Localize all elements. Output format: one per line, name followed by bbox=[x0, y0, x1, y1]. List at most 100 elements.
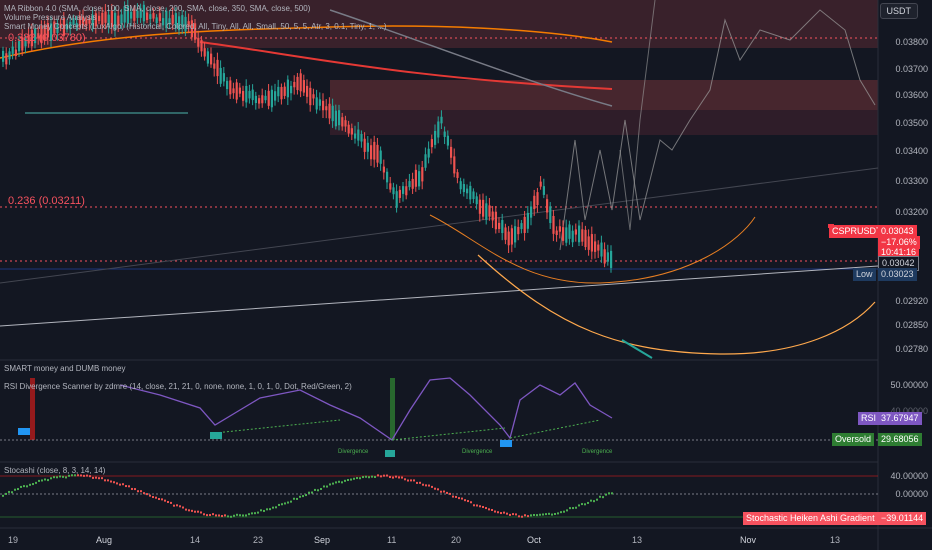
stoch-dot bbox=[323, 485, 325, 488]
stoch-dot bbox=[446, 491, 448, 494]
rsi-pane-title[interactable]: RSI Divergence Scanner by zdmre (14, clo… bbox=[4, 382, 352, 391]
indicator-label-ma-ribbon[interactable]: MA Ribbon 4.0 (SMA, close, 100, SMA, clo… bbox=[4, 4, 310, 13]
currency-button[interactable]: USDT bbox=[879, 3, 918, 19]
stoch-dot bbox=[350, 478, 352, 481]
price-label: 0.03200 bbox=[895, 207, 928, 217]
candle bbox=[587, 236, 590, 250]
stoch-dot bbox=[257, 511, 259, 514]
candle bbox=[581, 229, 584, 242]
candle bbox=[539, 181, 542, 187]
stoch-dot bbox=[206, 514, 208, 517]
indicator-label-smc[interactable]: Smart Money Concepts (LuxAlgo) (Historic… bbox=[4, 22, 387, 31]
fib-label-236: 0.236 (0.03211) bbox=[8, 195, 85, 207]
candle bbox=[370, 145, 373, 160]
stoch-dot bbox=[260, 509, 262, 512]
stoch-dot bbox=[584, 503, 586, 506]
stoch-dot bbox=[107, 479, 109, 482]
stoch-dot bbox=[128, 485, 130, 488]
candle bbox=[382, 166, 385, 173]
stoch-dot bbox=[215, 514, 217, 517]
rsi-marker bbox=[210, 432, 222, 439]
rsi-green-bar bbox=[390, 378, 395, 440]
stoch-dot bbox=[542, 513, 544, 516]
trend-line bbox=[0, 265, 879, 327]
stoch-dot bbox=[197, 510, 199, 513]
time-label: Nov bbox=[740, 535, 757, 545]
stoch-dot bbox=[404, 478, 406, 481]
candle bbox=[510, 228, 513, 245]
candle bbox=[414, 169, 417, 187]
candle bbox=[584, 229, 587, 248]
stoch-dot bbox=[155, 496, 157, 499]
time-label: 23 bbox=[253, 535, 264, 545]
candle bbox=[286, 79, 289, 98]
stoch-dot bbox=[218, 514, 220, 517]
stoch-dot bbox=[242, 514, 244, 517]
stoch-dot bbox=[122, 483, 124, 486]
stoch-axis-label: 40.00000 bbox=[890, 471, 928, 481]
candle bbox=[354, 133, 357, 139]
candle bbox=[408, 181, 411, 188]
candle bbox=[238, 87, 241, 94]
stoch-axis-label: 0.00000 bbox=[895, 489, 928, 499]
stoch-dot bbox=[230, 515, 232, 518]
stoch-dot bbox=[338, 480, 340, 483]
stoch-dot bbox=[554, 513, 556, 516]
stoch-dot bbox=[320, 487, 322, 490]
indicator-label-volume[interactable]: Volume Pressure Analysis bbox=[4, 13, 97, 22]
candle bbox=[235, 82, 238, 100]
candle bbox=[514, 226, 517, 243]
candle bbox=[229, 80, 232, 95]
candle bbox=[280, 87, 283, 100]
stoch-dot bbox=[374, 475, 376, 478]
stoch-dot bbox=[575, 506, 577, 509]
stoch-dot bbox=[566, 509, 568, 512]
stoch-dot bbox=[170, 501, 172, 504]
candle bbox=[347, 124, 350, 134]
stoch-dot bbox=[275, 506, 277, 509]
stoch-dot bbox=[449, 492, 451, 495]
candle bbox=[555, 230, 558, 235]
stoch-dot bbox=[506, 512, 508, 515]
candle bbox=[418, 171, 421, 187]
stoch-dot bbox=[578, 504, 580, 507]
stoch-dot bbox=[59, 475, 61, 478]
stoch-dot bbox=[371, 475, 373, 478]
price-chart[interactable] bbox=[0, 0, 932, 550]
candle bbox=[542, 186, 545, 195]
candle bbox=[395, 191, 398, 208]
stoch-dot bbox=[353, 477, 355, 480]
candle bbox=[386, 171, 389, 183]
stoch-dot bbox=[530, 514, 532, 517]
candle bbox=[590, 234, 593, 252]
candle bbox=[149, 14, 152, 20]
stoch-dot bbox=[32, 483, 34, 486]
price-label: 0.03600 bbox=[895, 90, 928, 100]
stoch-dot bbox=[383, 474, 385, 477]
stoch-dot bbox=[287, 501, 289, 504]
stoch-pane-title[interactable]: Stocashi (close, 8, 3, 14, 14) bbox=[4, 466, 105, 475]
stoch-dot bbox=[116, 482, 118, 485]
candle bbox=[507, 231, 510, 246]
candle bbox=[568, 224, 571, 239]
candle bbox=[5, 53, 8, 65]
candle bbox=[350, 128, 353, 135]
stoch-dot bbox=[245, 514, 247, 517]
stoch-dot bbox=[29, 483, 31, 486]
candle bbox=[453, 156, 456, 174]
candle bbox=[478, 199, 481, 214]
smart-money-label[interactable]: SMART money and DUMB money bbox=[4, 364, 126, 373]
stoch-dot bbox=[35, 481, 37, 484]
stoch-dot bbox=[224, 514, 226, 517]
stoch-dot bbox=[551, 513, 553, 516]
time-label: 13 bbox=[830, 535, 841, 545]
trend-line-faint bbox=[0, 167, 879, 284]
candle bbox=[472, 191, 475, 200]
candle bbox=[251, 89, 254, 101]
candle bbox=[318, 99, 321, 106]
candle bbox=[565, 227, 568, 243]
candle bbox=[606, 252, 609, 262]
rsi-label-tag: RSI bbox=[858, 412, 880, 425]
stoch-dot bbox=[5, 492, 7, 495]
stoch-dot bbox=[185, 508, 187, 511]
